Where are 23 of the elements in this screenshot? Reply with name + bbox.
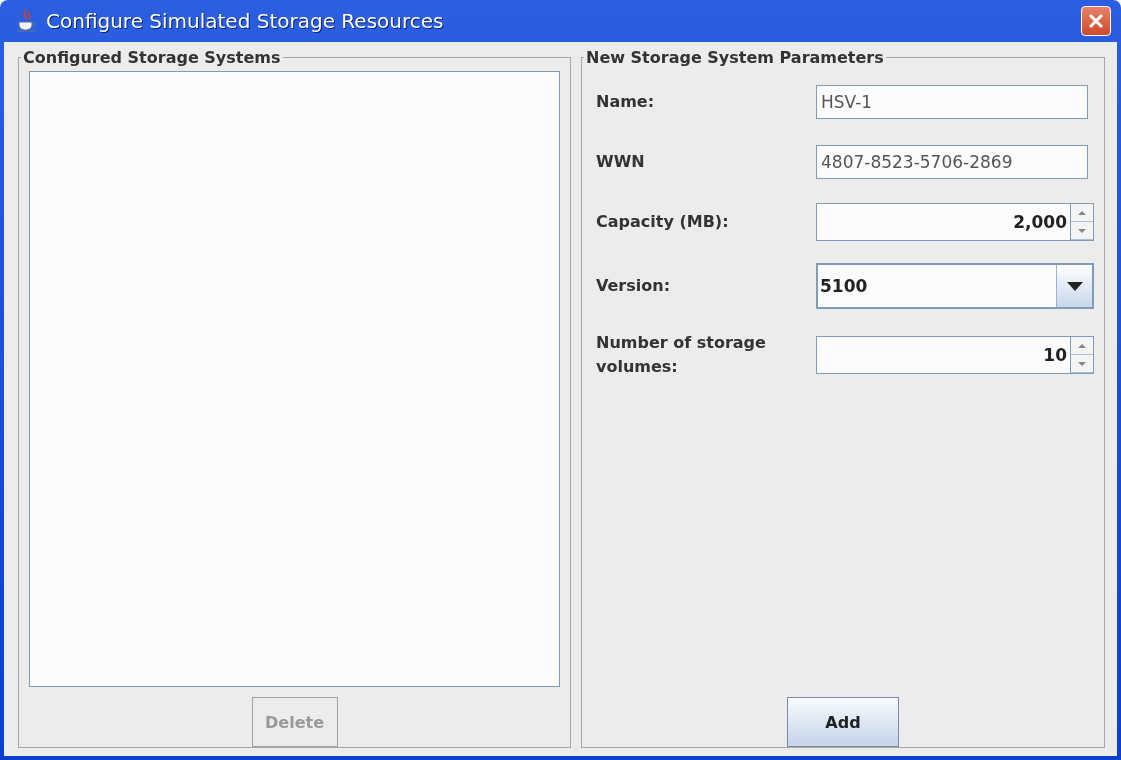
add-button[interactable]: Add: [787, 697, 899, 747]
caret-icon: [1066, 281, 1083, 291]
up-arrow-icon: [1078, 343, 1086, 348]
field-label: Name:: [596, 91, 656, 113]
panel-title: New Storage System Parameters: [585, 48, 885, 67]
down-arrow-icon: [1078, 228, 1086, 233]
close-button[interactable]: [1081, 6, 1111, 36]
field-label: WWN: [596, 151, 646, 173]
window-title: Configure Simulated Storage Resources: [46, 9, 445, 33]
field-label: Version:: [596, 275, 672, 297]
up-arrow-icon: [1078, 210, 1086, 215]
close-icon: [1088, 13, 1104, 29]
panel-title: Configured Storage Systems: [22, 48, 282, 67]
dropdown-button[interactable]: [1056, 265, 1092, 307]
spinner-field[interactable]: 2,000: [816, 203, 1094, 241]
coffee-cup-icon: [16, 9, 38, 33]
spinner-field[interactable]: 10: [816, 336, 1094, 374]
field-label: Capacity (MB):: [596, 211, 730, 233]
down-arrow-icon: [1078, 361, 1086, 366]
dropdown-field[interactable]: 5100: [816, 263, 1094, 309]
text-field[interactable]: HSV-1: [816, 85, 1088, 119]
field-label: Number of storage volumes:: [596, 332, 766, 378]
text-field[interactable]: 4807-8523-5706-2869: [816, 145, 1088, 179]
